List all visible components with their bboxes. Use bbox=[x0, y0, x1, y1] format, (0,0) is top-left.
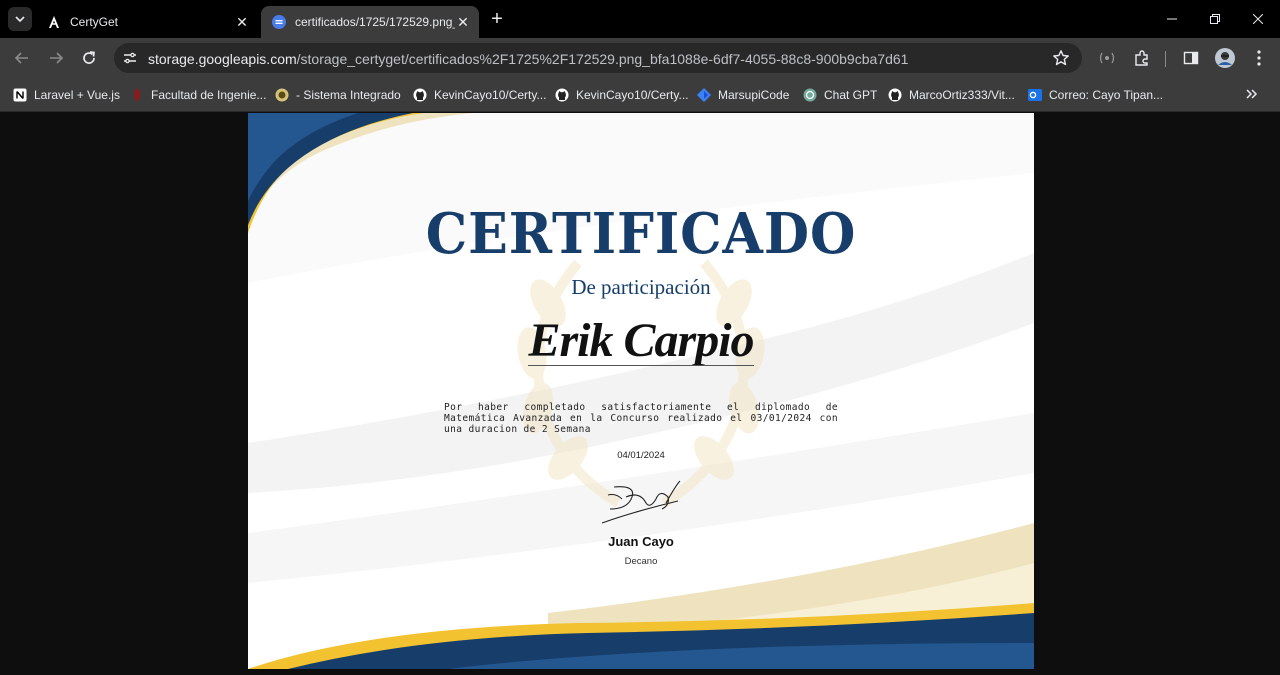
certificate-date: 04/01/2024 bbox=[617, 450, 665, 461]
recipient-name: Erik Carpio bbox=[528, 314, 754, 367]
close-window-button[interactable] bbox=[1236, 8, 1280, 30]
signer-name: Juan Cayo bbox=[608, 534, 674, 549]
outlook-icon bbox=[1027, 87, 1043, 103]
diamond-icon bbox=[696, 87, 712, 103]
tab-title: certificados/1725/172529.png_bfa1088e bbox=[295, 15, 455, 29]
tab-certyget[interactable]: CertyGet ✕ bbox=[36, 6, 258, 38]
url-text: storage.googleapis.com/storage_certyget/… bbox=[148, 51, 908, 67]
tab-search-button[interactable] bbox=[8, 7, 32, 31]
close-tab-icon[interactable]: ✕ bbox=[455, 14, 471, 30]
more-bookmarks-icon[interactable] bbox=[1244, 87, 1260, 103]
url-host: storage.googleapis.com bbox=[148, 51, 297, 67]
chevron-down-icon bbox=[15, 16, 25, 23]
profile-avatar-icon[interactable] bbox=[1215, 48, 1235, 68]
bookmark-star-icon[interactable] bbox=[1052, 49, 1070, 67]
angular-icon bbox=[46, 14, 62, 30]
certificate-image: CERTIFICADO De participación Erik Carpio… bbox=[248, 113, 1034, 669]
restore-button[interactable] bbox=[1193, 8, 1237, 30]
bookmark-label: Laravel + Vue.js bbox=[34, 88, 120, 102]
tab-strip: CertyGet ✕ certificados/1725/172529.png_… bbox=[0, 0, 1280, 38]
github-icon bbox=[412, 87, 428, 103]
bookmark-item[interactable]: Laravel + Vue.js bbox=[12, 86, 120, 104]
extensions-icon[interactable] bbox=[1132, 48, 1152, 68]
close-icon bbox=[1253, 14, 1263, 24]
seal-icon bbox=[274, 87, 290, 103]
media-icon[interactable] bbox=[1097, 48, 1117, 68]
bookmark-item[interactable]: MarcoOrtiz333/Vit... bbox=[887, 86, 1015, 104]
bookmark-item[interactable]: MarsupiCode bbox=[696, 86, 789, 104]
minimize-icon bbox=[1167, 18, 1177, 20]
minimize-button[interactable] bbox=[1150, 8, 1194, 30]
bookmark-label: - Sistema Integrado bbox=[296, 88, 401, 102]
bookmark-item[interactable]: Correo: Cayo Tipan... bbox=[1027, 86, 1163, 104]
storage-icon bbox=[271, 14, 287, 30]
back-button[interactable] bbox=[10, 46, 34, 70]
bookmark-item[interactable]: Chat GPT bbox=[802, 86, 877, 104]
certificate-title: CERTIFICADO bbox=[425, 201, 857, 267]
bookmark-item[interactable]: Facultad de Ingenie... bbox=[129, 86, 266, 104]
bookmark-label: Facultad de Ingenie... bbox=[151, 88, 267, 102]
toolbar-divider bbox=[1165, 51, 1166, 67]
url-path: /storage_certyget/certificados%2F1725%2F… bbox=[296, 51, 909, 67]
openai-icon bbox=[802, 87, 818, 103]
tab-certificate-image[interactable]: certificados/1725/172529.png_bfa1088e ✕ bbox=[261, 6, 479, 38]
signature-icon bbox=[601, 480, 681, 524]
more-menu-icon[interactable] bbox=[1249, 48, 1269, 68]
address-bar[interactable]: storage.googleapis.com/storage_certyget/… bbox=[114, 43, 1082, 73]
bookmark-label: Chat GPT bbox=[824, 88, 878, 102]
side-panel-icon[interactable] bbox=[1181, 48, 1201, 68]
reload-button[interactable] bbox=[77, 46, 101, 70]
certificate-subtitle: De participación bbox=[571, 275, 711, 299]
bookmark-label: Correo: Cayo Tipan... bbox=[1049, 88, 1164, 102]
arrow-left-icon bbox=[14, 52, 28, 64]
bookmark-item[interactable]: KevinCayo10/Certy... bbox=[412, 86, 547, 104]
notion-icon bbox=[12, 87, 28, 103]
university-icon bbox=[129, 87, 145, 103]
bookmark-label: KevinCayo10/Certy... bbox=[576, 88, 689, 102]
new-tab-button[interactable]: + bbox=[488, 9, 506, 29]
forward-button[interactable] bbox=[44, 46, 68, 70]
site-info-icon[interactable] bbox=[120, 48, 140, 68]
reload-icon bbox=[83, 51, 95, 64]
close-tab-icon[interactable]: ✕ bbox=[234, 14, 250, 30]
bookmark-item[interactable]: KevinCayo10/Certy... bbox=[554, 86, 689, 104]
github-icon bbox=[887, 87, 903, 103]
certificate-body-text: Por haber completado satisfactoriamente … bbox=[444, 402, 838, 435]
bookmark-item[interactable]: - Sistema Integrado bbox=[274, 86, 401, 104]
certificate-background bbox=[248, 113, 1034, 669]
restore-icon bbox=[1210, 14, 1220, 24]
page-viewport: CERTIFICADO De participación Erik Carpio… bbox=[0, 113, 1280, 675]
signer-role: Decano bbox=[624, 556, 658, 567]
name-underline bbox=[528, 365, 754, 366]
tab-title: CertyGet bbox=[70, 15, 119, 29]
browser-toolbar: storage.googleapis.com/storage_certyget/… bbox=[0, 38, 1280, 78]
bookmarks-bar: Laravel + Vue.js Facultad de Ingenie... … bbox=[0, 78, 1280, 112]
bookmark-label: MarcoOrtiz333/Vit... bbox=[909, 88, 1015, 102]
arrow-right-icon bbox=[50, 52, 64, 64]
bookmark-label: MarsupiCode bbox=[718, 88, 790, 102]
github-icon bbox=[554, 87, 570, 103]
bookmark-label: KevinCayo10/Certy... bbox=[434, 88, 547, 102]
